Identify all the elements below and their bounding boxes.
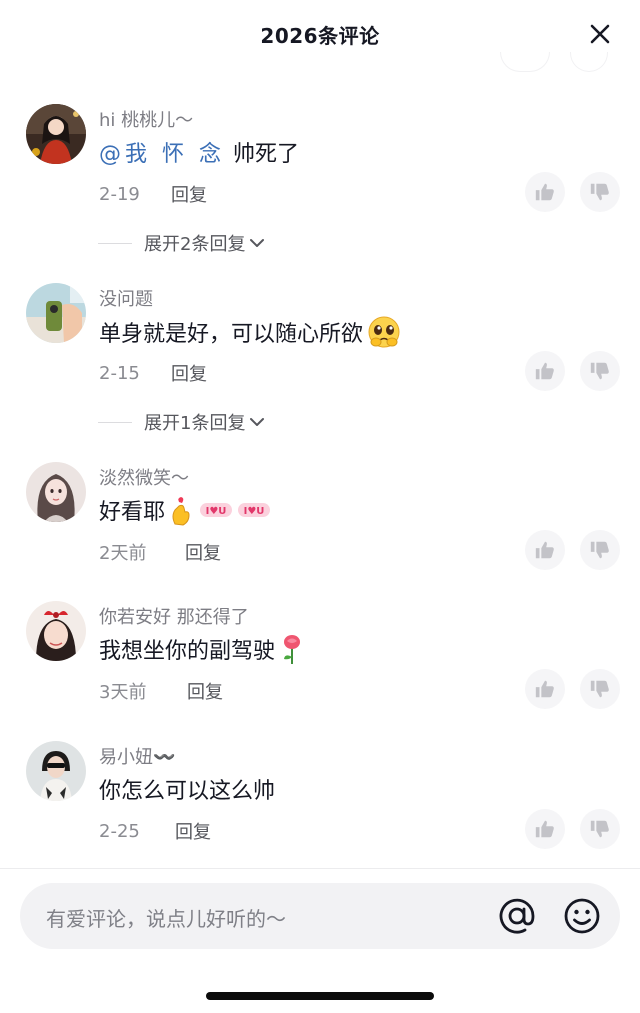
thumbs-up-icon <box>535 362 554 380</box>
emoji-button[interactable] <box>562 896 602 936</box>
comment-username[interactable]: 你若安好 那还得了 <box>99 603 249 629</box>
thumbs-up-icon <box>535 183 554 201</box>
chevron-down-icon <box>250 418 265 426</box>
smiley-face-icon <box>564 898 600 934</box>
comment-text: 好看耶 I♥U I♥U <box>99 494 271 526</box>
rose-emoji-icon <box>284 635 301 664</box>
close-icon <box>590 24 610 44</box>
divider-line <box>98 421 132 423</box>
reply-button[interactable]: 回复 <box>171 181 207 207</box>
like-button[interactable] <box>525 669 565 709</box>
reply-button[interactable]: 回复 <box>187 678 223 704</box>
like-button[interactable] <box>525 530 565 570</box>
like-button[interactable] <box>525 809 565 849</box>
comment-text: @我 怀 念 帅死了 <box>99 136 299 168</box>
input-placeholder: 有爱评论，说点儿好听的～ <box>46 907 286 931</box>
comment-body: 单身就是好，可以随心所欲 <box>99 322 364 347</box>
mention-button[interactable] <box>497 896 537 936</box>
expand-replies-label: 展开1条回复 <box>144 413 246 434</box>
sheet-header: 2026条评论 <box>0 0 640 72</box>
comment-body: 你怎么可以这么帅 <box>99 779 276 804</box>
reply-button[interactable]: 回复 <box>171 360 207 386</box>
divider-line <box>98 242 132 244</box>
love-sticker-icon: I♥U <box>238 503 271 517</box>
reply-button[interactable]: 回复 <box>175 818 211 844</box>
comment-date: 3天前 <box>99 682 147 703</box>
dislike-button[interactable] <box>580 172 620 212</box>
at-sign-icon <box>499 898 535 934</box>
input-divider <box>0 868 640 869</box>
finger-heart-emoji-icon <box>172 497 190 526</box>
comment-meta: 2天前 回复 <box>99 539 221 565</box>
comment-date: 2-15 <box>99 362 140 384</box>
comment-username[interactable]: 淡然微笑～ <box>99 464 189 490</box>
comment-username[interactable]: 没问题 <box>99 285 153 311</box>
thumbs-down-icon <box>590 362 609 380</box>
comment-body: 好看耶 <box>99 500 166 525</box>
comment-date: 2-25 <box>99 820 140 842</box>
avatar[interactable] <box>26 601 86 661</box>
reply-button[interactable]: 回复 <box>185 539 221 565</box>
thumbs-up-icon <box>535 541 554 559</box>
pleading-face-emoji-icon <box>368 316 400 348</box>
close-button[interactable] <box>586 20 614 48</box>
svg-text:I♥U: I♥U <box>206 506 227 517</box>
svg-text:I♥U: I♥U <box>244 506 265 517</box>
thumbs-down-icon <box>590 820 609 838</box>
comment-input-field[interactable]: 有爱评论，说点儿好听的～ <box>20 883 620 949</box>
avatar[interactable] <box>26 283 86 343</box>
comment-meta: 2-25 回复 <box>99 818 211 844</box>
avatar[interactable] <box>26 104 86 164</box>
comment-text: 你怎么可以这么帅 <box>99 773 275 805</box>
comment-meta: 2-19 回复 <box>99 181 207 207</box>
comment-text: 单身就是好，可以随心所欲 <box>99 315 401 349</box>
comment-username[interactable]: hi 桃桃儿～ <box>99 106 193 132</box>
thumbs-up-icon <box>535 680 554 698</box>
dislike-button[interactable] <box>580 809 620 849</box>
like-button[interactable] <box>525 351 565 391</box>
comment-meta: 2-15 回复 <box>99 360 207 386</box>
dislike-button[interactable] <box>580 351 620 391</box>
comment-body: 帅死了 <box>233 142 300 167</box>
scrolled-action-buttons <box>500 52 620 72</box>
avatar[interactable] <box>26 741 86 801</box>
thumbs-down-icon <box>590 680 609 698</box>
thumbs-down-icon <box>590 541 609 559</box>
expand-replies-button[interactable]: 展开1条回复 <box>98 409 265 435</box>
chevron-down-icon <box>250 239 265 247</box>
comment-body: 我想坐你的副驾驶 <box>99 639 276 664</box>
thumbs-down-icon <box>590 183 609 201</box>
home-indicator <box>206 992 434 1000</box>
like-button[interactable] <box>525 172 565 212</box>
comment-date: 2-19 <box>99 183 140 205</box>
comment-count-title: 2026条评论 <box>260 23 380 48</box>
comment-text: 我想坐你的副驾驶 <box>99 633 305 665</box>
thumbs-up-icon <box>535 820 554 838</box>
mention-link[interactable]: @我 怀 念 <box>99 136 225 168</box>
dislike-button[interactable] <box>580 669 620 709</box>
avatar[interactable] <box>26 462 86 522</box>
expand-replies-label: 展开2条回复 <box>144 234 246 255</box>
comments-sheet: 2026条评论 hi 桃桃儿～ @我 怀 念 帅死了 2-19 回复 展开2条回… <box>0 0 640 1013</box>
expand-replies-button[interactable]: 展开2条回复 <box>98 230 265 256</box>
comment-username[interactable]: 易小妞〰️ <box>99 743 175 769</box>
dislike-button[interactable] <box>580 530 620 570</box>
love-sticker-icon: I♥U <box>200 503 233 517</box>
comment-date: 2天前 <box>99 543 147 564</box>
comment-meta: 3天前 回复 <box>99 678 223 704</box>
